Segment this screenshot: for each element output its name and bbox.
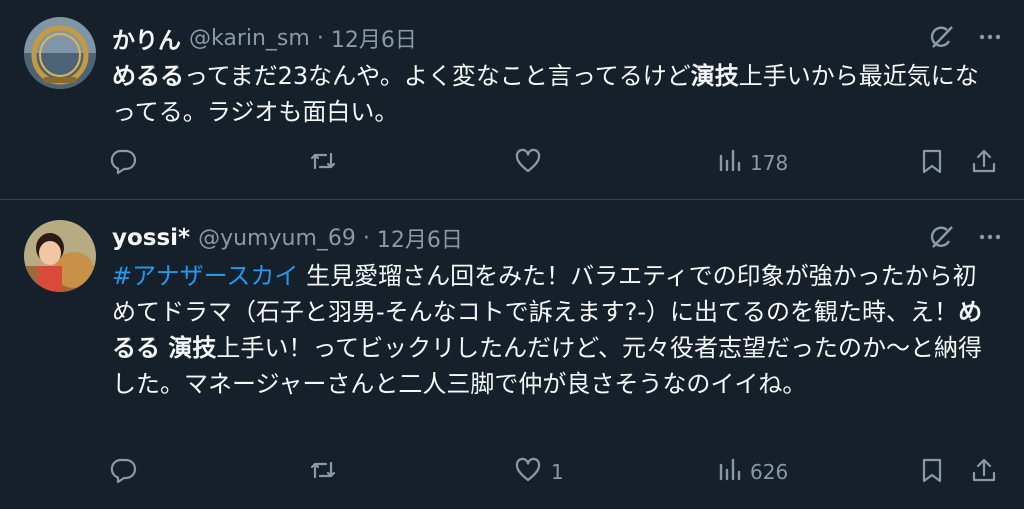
user-handle[interactable]: @karin_sm xyxy=(189,26,310,51)
reply-button[interactable] xyxy=(108,145,146,181)
tweet-text-bold: 演技 xyxy=(690,62,739,90)
bookmark-icon xyxy=(918,147,946,180)
reply-icon xyxy=(108,455,138,490)
views-button[interactable]: 178 xyxy=(716,145,788,181)
like-button[interactable] xyxy=(513,145,551,181)
tweet-text-segment: ってまだ23なんや。よく変なこと言ってるけど xyxy=(184,62,691,90)
tweet-text: めるるってまだ23なんや。よく変なこと言ってるけど演技上手いから最近気になってる… xyxy=(112,58,996,130)
hashtag-link[interactable]: #アナザースカイ xyxy=(112,262,298,290)
views-icon xyxy=(716,148,742,179)
tweet[interactable]: yossi* @yumyum_69 · 12月6日 #アナザースカイ 生見愛瑠さ… xyxy=(0,200,1024,509)
tweet-text-bold: めるる xyxy=(112,62,184,90)
view-count: 626 xyxy=(750,460,789,484)
views-button[interactable]: 626 xyxy=(716,454,788,490)
views-icon xyxy=(716,457,742,488)
heart-icon xyxy=(513,146,543,181)
separator-dot: · xyxy=(316,25,324,51)
tweet-actions: 178 xyxy=(108,145,1004,181)
share-icon xyxy=(970,456,998,489)
grok-icon[interactable] xyxy=(926,222,956,252)
retweet-icon xyxy=(308,455,338,490)
post-date[interactable]: 12月6日 xyxy=(377,222,463,254)
more-icon[interactable] xyxy=(978,25,1002,49)
separator-dot: · xyxy=(362,225,370,251)
bookmark-button[interactable] xyxy=(918,145,946,181)
avatar[interactable] xyxy=(24,220,96,292)
post-date[interactable]: 12月6日 xyxy=(331,22,417,54)
avatar[interactable] xyxy=(24,17,96,89)
more-icon[interactable] xyxy=(978,225,1002,249)
tweet-header: かりん @karin_sm · 12月6日 xyxy=(112,20,417,56)
bookmark-button[interactable] xyxy=(918,454,946,490)
display-name[interactable]: かりん xyxy=(112,21,181,55)
tweet-actions: 1 626 xyxy=(108,454,1004,490)
view-count: 178 xyxy=(750,151,789,175)
reply-icon xyxy=(108,146,138,181)
retweet-button[interactable] xyxy=(308,145,346,181)
user-handle[interactable]: @yumyum_69 xyxy=(198,226,356,251)
like-button[interactable]: 1 xyxy=(513,454,564,490)
share-button[interactable] xyxy=(970,454,998,490)
like-count: 1 xyxy=(551,460,564,484)
tweet-header: yossi* @yumyum_69 · 12月6日 xyxy=(112,220,463,256)
share-icon xyxy=(970,147,998,180)
heart-icon xyxy=(513,455,543,490)
tweet-text-segment: 上手い！ってビックリしたんだけど、元々役者志望だったのか〜と納得した。マネージャ… xyxy=(112,334,982,398)
tweet-text: #アナザースカイ 生見愛瑠さん回をみた！バラエティでの印象が強かったから初めてド… xyxy=(112,258,996,402)
bookmark-icon xyxy=(918,456,946,489)
share-button[interactable] xyxy=(970,145,998,181)
reply-button[interactable] xyxy=(108,454,146,490)
grok-icon[interactable] xyxy=(926,22,956,52)
retweet-icon xyxy=(308,146,338,181)
display-name[interactable]: yossi* xyxy=(112,225,190,251)
retweet-button[interactable] xyxy=(308,454,346,490)
tweet[interactable]: かりん @karin_sm · 12月6日 めるるってまだ23なんや。よく変なこ… xyxy=(0,0,1024,199)
